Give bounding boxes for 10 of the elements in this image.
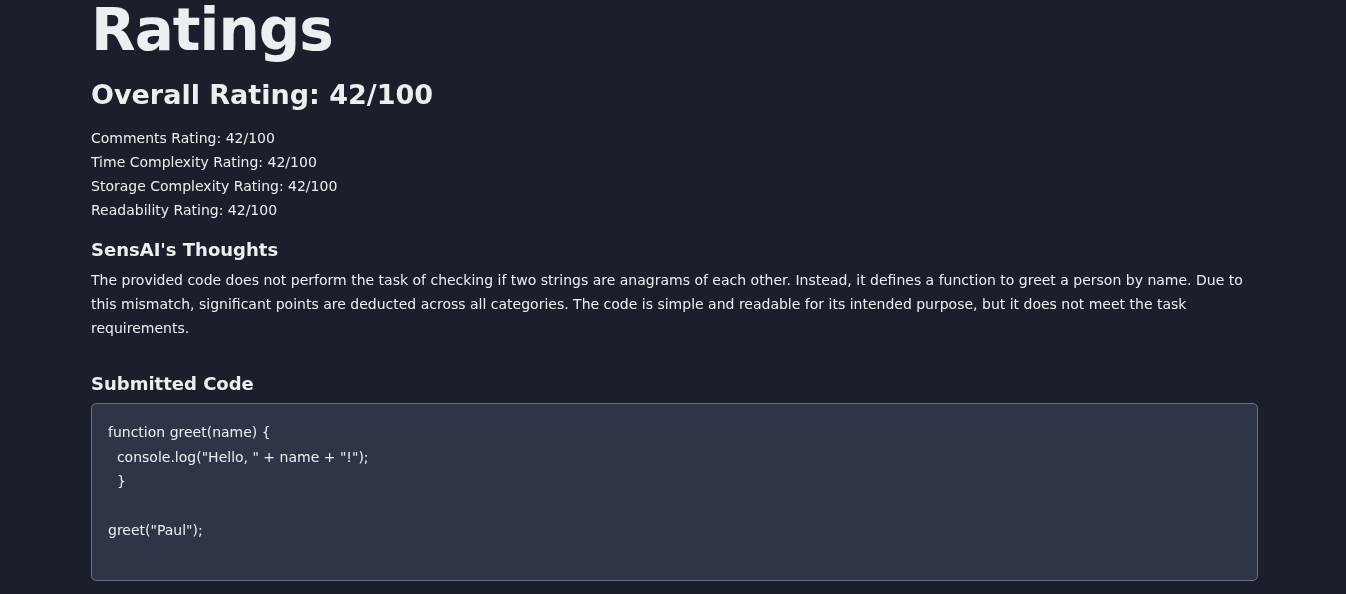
overall-rating: Overall Rating: 42/100 xyxy=(91,78,435,112)
rating-line: Storage Complexity Rating: 42/100 xyxy=(91,177,339,196)
page-title: Ratings xyxy=(91,0,334,66)
section-heading: Submitted Code xyxy=(91,372,255,396)
section-heading: SensAI's Thoughts xyxy=(91,238,280,262)
code-block: function greet(name) { console.log("Hello, " + name + "!"); } greet("Paul"); xyxy=(91,403,1258,581)
rating-line: Readability Rating: 42/100 xyxy=(91,201,279,220)
rating-line: Comments Rating: 42/100 xyxy=(91,129,276,148)
thoughts-paragraph: The provided code does not perform the task of checking if two strings are anagrams of each other. Instead, it defines a function to greet a person by name. Due to this mismatch, significant points are deducted across all categories. The code is simple and readable for its intended purpose, but it does not meet the task requirements. xyxy=(91,271,1244,338)
rating-line: Time Complexity Rating: 42/100 xyxy=(91,153,318,172)
